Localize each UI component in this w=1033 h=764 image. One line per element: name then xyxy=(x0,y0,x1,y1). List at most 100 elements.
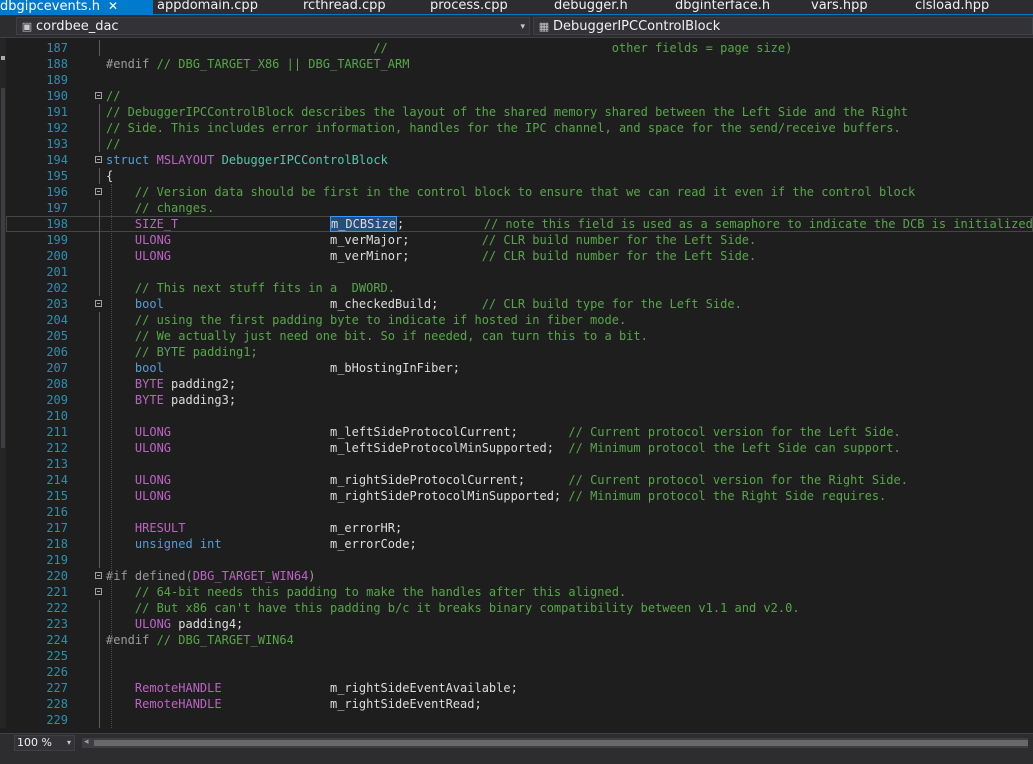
collapse-icon[interactable] xyxy=(95,188,102,195)
scope-dropdown[interactable]: ▦ DebuggerIPCControlBlock xyxy=(533,17,1033,35)
outline-guide xyxy=(99,280,100,296)
code-text: struct MSLAYOUT DebuggerIPCControlBlock xyxy=(106,152,388,168)
code-line[interactable]: 225 xyxy=(6,648,1033,664)
code-line[interactable]: 189 xyxy=(6,72,1033,88)
code-token: BYTE xyxy=(134,377,164,391)
code-line[interactable]: 226 xyxy=(6,664,1033,680)
code-line[interactable]: 190 // xyxy=(6,88,1033,104)
project-name: cordbee_dac xyxy=(36,19,119,34)
code-line[interactable]: 196 // Version data should be first in t… xyxy=(6,184,1033,200)
code-line[interactable]: 200 ULONG m_verMinor; // CLR build numbe… xyxy=(6,248,1033,264)
code-text: { xyxy=(106,168,113,184)
code-line[interactable]: 219 xyxy=(6,552,1033,568)
outline-guide xyxy=(99,40,100,56)
scroll-left-icon[interactable]: ◂ xyxy=(84,737,89,747)
line-number: 198 xyxy=(46,217,68,231)
scope-name: DebuggerIPCControlBlock xyxy=(553,19,721,34)
code-token: DBG_TARGET_WIN64 xyxy=(192,569,309,583)
close-icon[interactable]: ✕ xyxy=(108,0,118,13)
code-line[interactable]: 206 // BYTE padding1; xyxy=(6,344,1033,360)
code-line[interactable]: 223 ULONG padding4; xyxy=(6,616,1033,632)
tab-debugger-h[interactable]: debugger.h xyxy=(554,0,654,14)
code-line[interactable]: 188 #endif // DBG_TARGET_X86 || DBG_TARGE… xyxy=(6,56,1033,72)
code-token: // This next stuff fits in a DWORD. xyxy=(134,281,395,295)
code-line[interactable]: 210 xyxy=(6,408,1033,424)
line-number: 226 xyxy=(46,665,68,679)
code-line[interactable]: 201 xyxy=(6,264,1033,280)
code-line[interactable]: 195 { xyxy=(6,168,1033,184)
code-line[interactable]: 224 #endif // DBG_TARGET_WIN64 xyxy=(6,632,1033,648)
code-line[interactable]: 193 // xyxy=(6,136,1033,152)
code-text: // BYTE padding1; xyxy=(106,344,258,360)
code-token: m_leftSideProtocolCurrent; xyxy=(171,425,569,439)
panel-marker xyxy=(1,56,5,60)
code-line[interactable]: 202 // This next stuff fits in a DWORD. xyxy=(6,280,1033,296)
collapse-icon[interactable] xyxy=(95,300,102,307)
code-line[interactable]: 199 ULONG m_verMajor; // CLR build numbe… xyxy=(6,232,1033,248)
code-token: // BYTE padding1; xyxy=(134,345,258,359)
struct-icon: ▦ xyxy=(538,20,550,33)
code-line[interactable]: 207 bool m_bHostingInFiber; xyxy=(6,360,1033,376)
code-token: // other fields = page size) xyxy=(373,41,793,55)
code-line[interactable]: 191 // DebuggerIPCControlBlock describes … xyxy=(6,104,1033,120)
tab-rcthread-cpp[interactable]: rcthread.cpp xyxy=(303,0,413,14)
outline-guide xyxy=(99,408,100,424)
collapse-icon[interactable] xyxy=(95,588,102,595)
code-text: ULONG m_verMajor; // CLR build number fo… xyxy=(106,232,756,248)
collapse-icon[interactable] xyxy=(95,156,102,163)
code-token: padding3; xyxy=(163,393,237,407)
editor-status-bar: 100 % ▾ ◂ xyxy=(0,733,1033,764)
code-line[interactable]: 213 xyxy=(6,456,1033,472)
code-line[interactable]: 211 ULONG m_leftSideProtocolCurrent; // … xyxy=(6,424,1033,440)
collapse-icon[interactable] xyxy=(95,572,102,579)
tab-appdomain-cpp[interactable]: appdomain.cpp xyxy=(157,0,277,14)
code-line[interactable]: 222 // But x86 can't have this padding b… xyxy=(6,600,1033,616)
code-line[interactable]: 220 #if defined(DBG_TARGET_WIN64) xyxy=(6,568,1033,584)
tab-process-cpp[interactable]: process.cpp xyxy=(430,0,540,14)
code-line[interactable]: 214 ULONG m_rightSideProtocolCurrent; //… xyxy=(6,472,1033,488)
tab-clsload-hpp[interactable]: clsload.hpp xyxy=(915,0,1033,14)
code-line[interactable]: 194 struct MSLAYOUT DebuggerIPCControlBlo… xyxy=(6,152,1033,168)
horizontal-scrollbar[interactable]: ◂ xyxy=(82,737,1028,748)
code-text: bool m_checkedBuild; // CLR build type f… xyxy=(106,296,742,312)
code-line[interactable]: 204 // using the first padding byte to i… xyxy=(6,312,1033,328)
tab-dbginterface-h[interactable]: dbginterface.h xyxy=(675,0,795,14)
project-dropdown[interactable]: ▣ cordbee_dac ▾ xyxy=(16,17,530,35)
code-line[interactable]: 205 // We actually just need one bit. So… xyxy=(6,328,1033,344)
tab-label: clsload.hpp xyxy=(915,0,990,13)
code-line[interactable]: 187 // other fields = page size) xyxy=(6,40,1033,56)
collapse-icon[interactable] xyxy=(95,92,102,99)
code-token: padding4; xyxy=(171,617,244,631)
code-text: RemoteHANDLE m_rightSideEventAvailable; xyxy=(106,680,518,696)
code-line[interactable]: 228 RemoteHANDLE m_rightSideEventRead; xyxy=(6,696,1033,712)
code-line[interactable]: 227 RemoteHANDLE m_rightSideEventAvailab… xyxy=(6,680,1033,696)
outline-guide xyxy=(99,264,100,280)
code-line[interactable]: 216 xyxy=(6,504,1033,520)
outline-guide xyxy=(99,600,100,616)
line-number: 210 xyxy=(46,409,68,423)
code-line[interactable]: 192 // Side. This includes error informat… xyxy=(6,120,1033,136)
code-line[interactable]: 209 BYTE padding3; xyxy=(6,392,1033,408)
code-line[interactable]: 208 BYTE padding2; xyxy=(6,376,1033,392)
panel-scrollbar[interactable] xyxy=(1,88,5,448)
code-line[interactable]: 197 // changes. xyxy=(6,200,1033,216)
code-line[interactable]: 217 HRESULT m_errorHR; xyxy=(6,520,1033,536)
code-line[interactable]: 215 ULONG m_rightSideProtocolMinSupporte… xyxy=(6,488,1033,504)
code-text: // changes. xyxy=(106,200,214,216)
outline-guide xyxy=(99,616,100,632)
code-line[interactable]: 212 ULONG m_leftSideProtocolMinSupported… xyxy=(6,440,1033,456)
line-number: 211 xyxy=(46,425,68,439)
scrollbar-thumb[interactable] xyxy=(94,740,1028,746)
code-line[interactable]: 221 // 64-bit needs this padding to make… xyxy=(6,584,1033,600)
code-line[interactable]: 229 xyxy=(6,712,1033,728)
zoom-dropdown[interactable]: 100 % ▾ xyxy=(14,735,75,751)
code-token: ULONG xyxy=(134,249,172,263)
tab-vars-hpp[interactable]: vars.hpp xyxy=(811,0,891,14)
code-editor[interactable]: 187 // other fields = page size) 188 #endi… xyxy=(6,38,1033,733)
outline-guide xyxy=(99,328,100,344)
tab-dbgipcevents-h[interactable]: dbgipcevents.h ✕ xyxy=(0,0,153,14)
code-line[interactable]: 203 bool m_checkedBuild; // CLR build ty… xyxy=(6,296,1033,312)
code-line[interactable]: 198 SIZE_T m_DCBSize; // note this field… xyxy=(6,216,1033,232)
code-line[interactable]: 218 unsigned int m_errorCode; xyxy=(6,536,1033,552)
